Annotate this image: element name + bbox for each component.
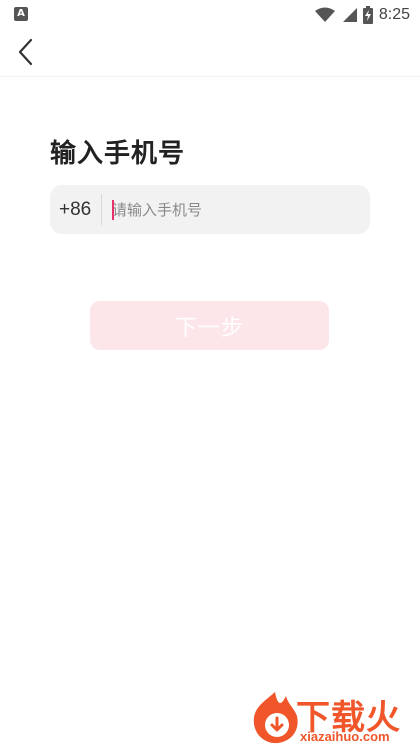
watermark-logo: 下载火 xiazaihuo.com: [248, 688, 420, 746]
back-button[interactable]: [6, 32, 46, 72]
chevron-left-icon: [18, 38, 33, 66]
status-bar: A 8:25: [0, 0, 420, 30]
country-code-selector[interactable]: +86: [59, 185, 91, 234]
status-icons: 8:25: [314, 4, 410, 26]
phone-number-input[interactable]: [112, 193, 362, 226]
phone-input-box: +86: [50, 185, 370, 234]
wifi-icon: [314, 7, 335, 22]
flame-logo-icon: [253, 692, 298, 744]
text-caret: [112, 200, 114, 220]
page-title: 输入手机号: [50, 139, 186, 169]
battery-icon: [362, 6, 373, 24]
divider: [101, 194, 102, 225]
nav-bar: [0, 30, 420, 77]
notification-a-icon: A: [14, 7, 28, 21]
status-time: 8:25: [378, 6, 410, 23]
watermark-url: xiazaihuo.com: [300, 729, 390, 744]
next-button[interactable]: 下一步: [90, 301, 329, 350]
signal-icon: [342, 8, 357, 22]
